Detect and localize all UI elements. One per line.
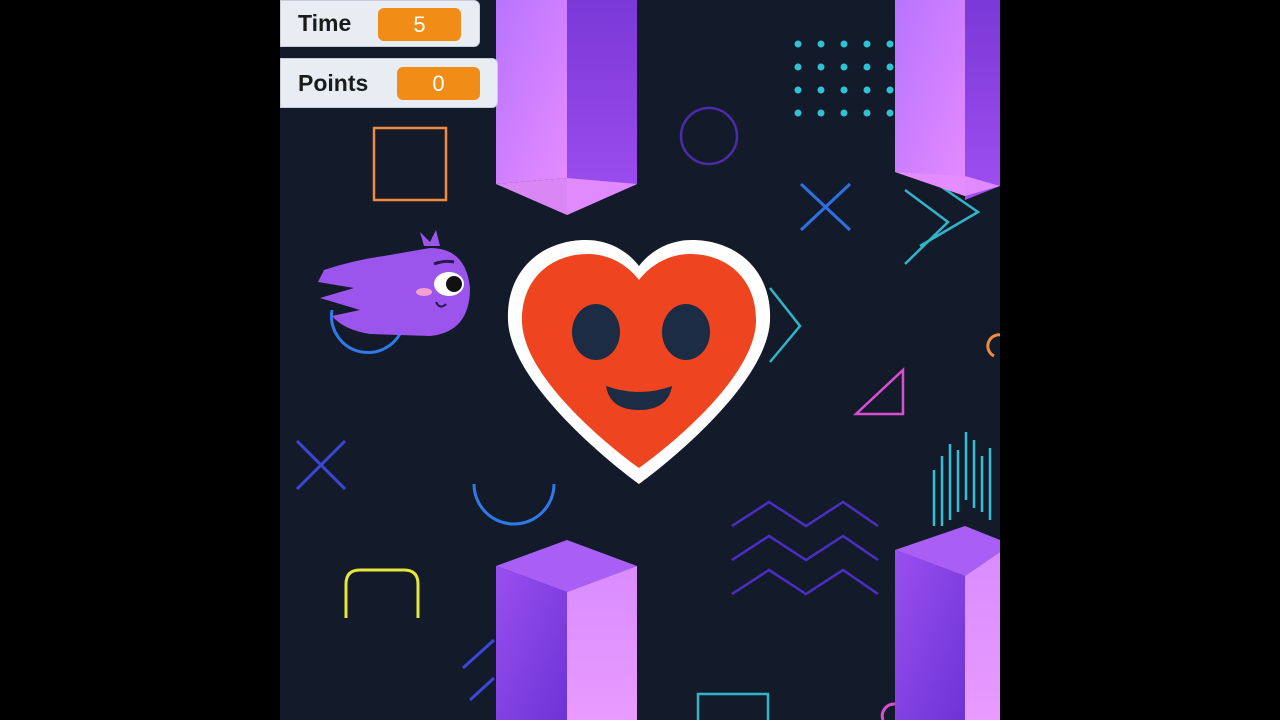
points-monitor-label: Points	[298, 69, 369, 96]
pink-triangle-shape	[852, 367, 905, 416]
time-monitor-label: Time	[298, 10, 352, 36]
orange-square-shape	[372, 126, 448, 202]
game-stage[interactable]: Time 5 Points 0	[280, 0, 1000, 720]
pillar-bottom-right	[895, 526, 1000, 720]
purple-zigzag-shape	[731, 500, 879, 596]
pillar-bottom-left	[496, 540, 637, 720]
indigo-lines-shape	[461, 638, 496, 702]
cyan-rect-shape	[696, 692, 770, 720]
cyan-bar-lines	[932, 432, 992, 526]
pillar-top-right	[895, 0, 1000, 200]
blue-x-shape	[799, 182, 852, 232]
pillar-top-left	[496, 0, 637, 215]
purple-comet-character[interactable]	[314, 226, 474, 346]
indigo-x-shape	[295, 439, 347, 491]
time-monitor-value: 5	[378, 8, 461, 41]
time-variable-monitor: Time 5	[280, 0, 480, 47]
yellow-arch-shape	[344, 568, 420, 618]
pink-arc-shape	[880, 702, 896, 720]
purple-circle-shape	[679, 106, 739, 166]
orange-arc-shape	[986, 333, 1000, 358]
smiling-heart[interactable]	[502, 236, 776, 492]
points-monitor-value: 0	[397, 67, 480, 100]
points-variable-monitor: Points 0	[280, 58, 498, 108]
cyan-dot-grid	[794, 40, 894, 117]
